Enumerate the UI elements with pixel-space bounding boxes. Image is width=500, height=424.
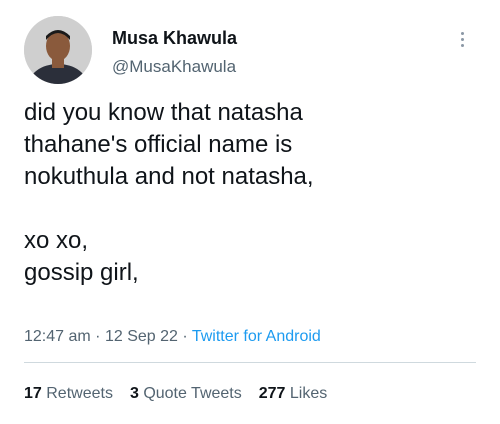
tweet-card: Musa Khawula @MusaKhawula did you know t… [0, 0, 500, 424]
meta-separator: · [95, 328, 101, 345]
quote-tweets-stat[interactable]: 3 Quote Tweets [130, 385, 242, 403]
tweet-metadata: 12:47 am · 12 Sep 22 · Twitter for Andro… [24, 328, 321, 346]
tweet-line: gossip girl, [24, 259, 139, 286]
engagement-stats: 17 Retweets 3 Quote Tweets 277 Likes [24, 385, 327, 403]
tweet-time[interactable]: 12:47 am [24, 328, 91, 345]
retweets-stat[interactable]: 17 Retweets [24, 385, 113, 403]
author-name[interactable]: Musa Khawula [112, 28, 237, 49]
tweet-line: thahane's official name is [24, 131, 293, 158]
meta-separator: · [182, 328, 188, 345]
tweet-text: did you know that natasha thahane's offi… [24, 97, 474, 289]
tweet-source-link[interactable]: Twitter for Android [192, 328, 321, 345]
more-options-icon[interactable] [452, 24, 472, 54]
avatar[interactable] [24, 16, 92, 84]
quote-tweets-count: 3 [129, 385, 139, 402]
likes-count: 277 [258, 385, 286, 402]
tweet-line: did you know that natasha [24, 99, 303, 126]
retweets-label: Retweets [46, 385, 113, 402]
avatar-image [24, 16, 92, 84]
likes-label: Likes [289, 385, 328, 402]
divider [24, 362, 476, 363]
tweet-date[interactable]: 12 Sep 22 [105, 328, 178, 345]
likes-stat[interactable]: 277 Likes [259, 385, 328, 403]
retweets-count: 17 [24, 385, 42, 402]
tweet-line: xo xo, [24, 227, 89, 254]
tweet-line: nokuthula and not natasha, [24, 163, 314, 190]
quote-tweets-label: Quote Tweets [143, 385, 242, 402]
author-handle[interactable]: @MusaKhawula [112, 57, 236, 77]
